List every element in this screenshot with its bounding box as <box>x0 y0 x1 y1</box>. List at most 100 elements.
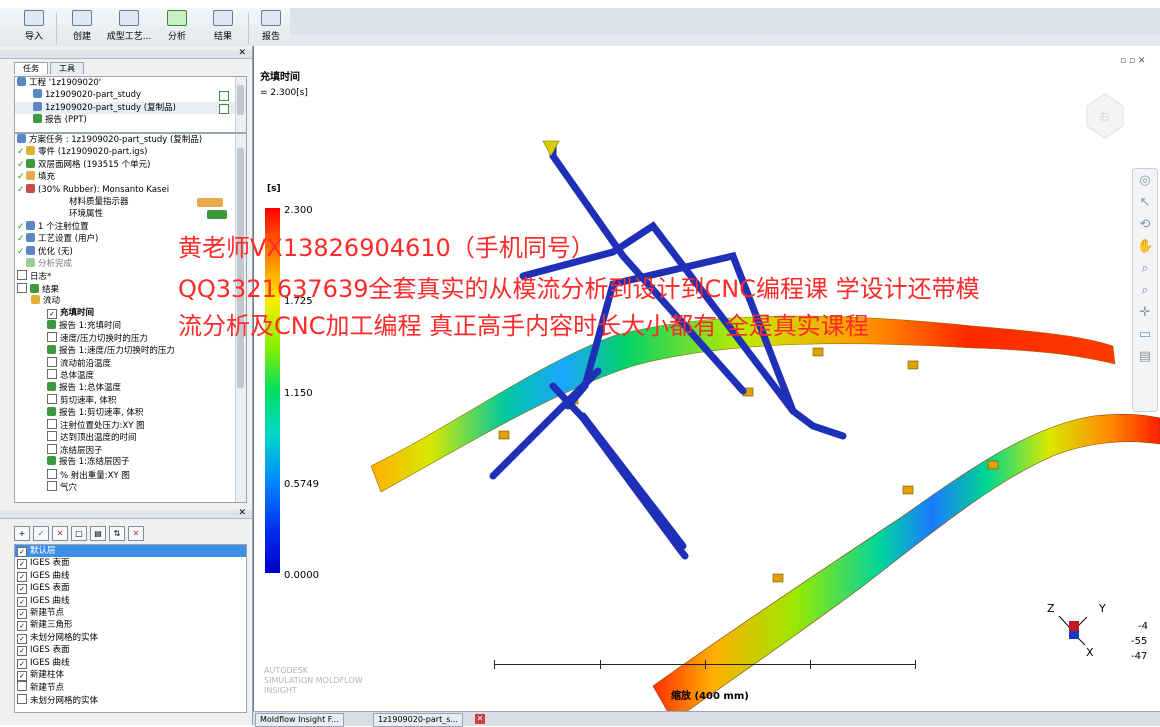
layer-row[interactable]: ✓ IGES 曲线 <box>15 595 246 607</box>
rotate-icon[interactable]: ⟲ <box>1137 217 1153 233</box>
tab-tools[interactable]: 工具 <box>50 62 84 74</box>
close-icon[interactable]: ✕ <box>238 48 246 58</box>
check-icon: ✓ <box>17 147 25 158</box>
tree-item[interactable]: 冻结层因子 <box>15 443 246 456</box>
layer-row[interactable]: ✓ 新建节点 <box>15 607 246 619</box>
checkbox[interactable] <box>47 357 57 368</box>
create-button[interactable]: 创建 <box>64 8 100 46</box>
tree-item[interactable]: 报告 1:总体温度 <box>15 381 246 394</box>
layer-row[interactable]: ✓ 新建柱体 <box>15 669 246 681</box>
checkbox[interactable]: ✓ <box>17 670 27 681</box>
checkbox[interactable] <box>17 282 27 293</box>
tree-item[interactable]: 总体温度 <box>15 369 246 381</box>
tree-item[interactable]: 方案任务 : 1z1909020-part_study (复制品) <box>15 134 246 146</box>
checkbox[interactable]: ✓ <box>17 646 27 657</box>
center-icon[interactable]: ✛ <box>1137 305 1153 321</box>
tab-tasks[interactable]: 任务 <box>14 62 48 74</box>
tree-item[interactable]: ✓ (30% Rubber): Monsanto Kasei <box>15 183 246 196</box>
layer-properties-icon[interactable]: □ <box>71 526 87 541</box>
tree-item-label: 环境属性 <box>69 209 104 220</box>
checkbox[interactable]: ✓ <box>17 571 27 582</box>
checkbox[interactable]: ✓ <box>17 658 27 669</box>
assign-layer-icon[interactable]: ▤ <box>90 526 106 541</box>
scrollbar[interactable] <box>235 77 246 132</box>
report-icon <box>47 381 56 391</box>
checkbox[interactable] <box>17 270 27 281</box>
tree-item[interactable]: 注射位置处压力:XY 图 <box>15 418 246 431</box>
checkbox[interactable] <box>47 418 57 429</box>
tree-item[interactable]: ✓ 填充 <box>15 171 246 183</box>
checkbox[interactable] <box>47 394 57 405</box>
report-button[interactable]: 报告 <box>254 8 288 46</box>
tree-item[interactable]: % 射出重量:XY 图 <box>15 468 246 481</box>
import-button[interactable]: 导入 <box>18 8 50 46</box>
checkbox[interactable]: ✓ <box>17 559 27 570</box>
checkbox[interactable]: ✓ <box>17 547 27 557</box>
tree-item[interactable]: 材料质量指示器 <box>15 196 246 208</box>
select-icon[interactable]: ↖ <box>1137 195 1153 211</box>
tree-item[interactable]: 流动前沿温度 <box>15 357 246 369</box>
layer-row[interactable]: ✓ 未划分网格的实体 <box>15 632 246 644</box>
scrollbar-thumb[interactable] <box>237 148 244 388</box>
tree-item[interactable]: 工程 '1z1909020' <box>15 77 246 89</box>
check-icon: ✓ <box>17 159 25 170</box>
checkbox[interactable] <box>47 480 57 491</box>
checkbox[interactable] <box>47 431 57 442</box>
orbit-wheel-icon[interactable]: ◎ <box>1137 173 1153 189</box>
new-layer-icon[interactable]: + <box>14 526 30 541</box>
tree-item[interactable]: ✓ 双层面网格 (193515 个单元) <box>15 158 246 171</box>
results-button[interactable]: 结果 <box>206 8 240 46</box>
layer-row[interactable]: 新建节点 <box>15 681 246 693</box>
analysis-button[interactable]: 分析 <box>160 8 194 46</box>
layer-row[interactable]: ✓ IGES 表面 <box>15 582 246 595</box>
tree-item[interactable]: 环境属性 <box>15 208 246 220</box>
tree-item[interactable]: 报告 1:速度/压力切换时的压力 <box>15 344 246 357</box>
checkbox[interactable]: ✓ <box>17 584 27 595</box>
checkbox[interactable] <box>47 468 57 479</box>
tree-item[interactable]: 1z1909020-part_study <box>15 89 246 102</box>
checkbox[interactable] <box>47 332 57 343</box>
layer-row[interactable]: ✓ IGES 表面 <box>15 557 246 570</box>
layer-row-selected[interactable]: ✓ 默认层 <box>15 545 246 558</box>
tree-item[interactable]: 剪切速率, 体积 <box>15 394 246 406</box>
tree-item-selected[interactable]: 1z1909020-part_study (复制品) <box>15 101 246 115</box>
zoom-icon[interactable]: ⌕ <box>1137 261 1153 277</box>
tree-item[interactable]: 报告 (PPT) <box>15 114 246 126</box>
checkbox[interactable]: ✓ <box>47 309 57 320</box>
layer-row[interactable]: ✓ IGES 表面 <box>15 644 246 657</box>
tree-item[interactable]: ✓ 零件 (1z1909020-part.igs) <box>15 146 246 158</box>
activate-layer-icon[interactable]: ✓ <box>33 526 49 541</box>
close-icon[interactable]: ✕ <box>238 508 246 518</box>
close-icon[interactable]: ✕ <box>475 714 485 724</box>
layer-row[interactable]: ✓ 新建三角形 <box>15 619 246 632</box>
tree-item[interactable]: 气穴 <box>15 480 246 493</box>
checkbox[interactable] <box>17 693 27 704</box>
checkbox[interactable]: ✓ <box>17 608 27 619</box>
layer-row[interactable]: ✓ IGES 曲线 <box>15 657 246 669</box>
scrollbar-thumb[interactable] <box>237 85 244 115</box>
checkbox[interactable]: ✓ <box>17 633 27 644</box>
layer-row[interactable]: ✓ IGES 曲线 <box>15 570 246 582</box>
layer-row[interactable]: 未划分网格的实体 <box>15 693 246 706</box>
ribbon-separator <box>56 12 57 44</box>
tree-item[interactable]: 报告 1:剪切速率, 体积 <box>15 406 246 419</box>
tree-item[interactable]: 报告 1:冻结层因子 <box>15 456 246 468</box>
tree-item[interactable]: ✓ 1 个注射位置 <box>15 220 246 233</box>
checkbox[interactable] <box>17 681 27 692</box>
print-icon[interactable]: ▤ <box>1137 349 1153 365</box>
checkbox[interactable]: ✓ <box>17 621 27 632</box>
expand-layer-icon[interactable]: ⇅ <box>109 526 125 541</box>
tree-item[interactable]: 达到顶出温度的时间 <box>15 431 246 443</box>
clear-layer-icon[interactable]: ✕ <box>128 526 144 541</box>
pan-icon[interactable]: ✋ <box>1137 239 1153 255</box>
part-model: 右 <box>370 93 1160 711</box>
layer-label: IGES 表面 <box>30 558 70 569</box>
checkbox[interactable]: ✓ <box>17 596 27 607</box>
zoom-window-icon[interactable]: ⌕ <box>1137 283 1153 299</box>
scale-tick <box>705 660 706 669</box>
fit-icon[interactable]: ▭ <box>1137 327 1153 343</box>
checkbox[interactable] <box>47 443 57 454</box>
delete-layer-icon[interactable]: ✕ <box>52 526 68 541</box>
molding-process-button[interactable]: 成型工艺... <box>104 8 154 46</box>
checkbox[interactable] <box>47 369 57 380</box>
